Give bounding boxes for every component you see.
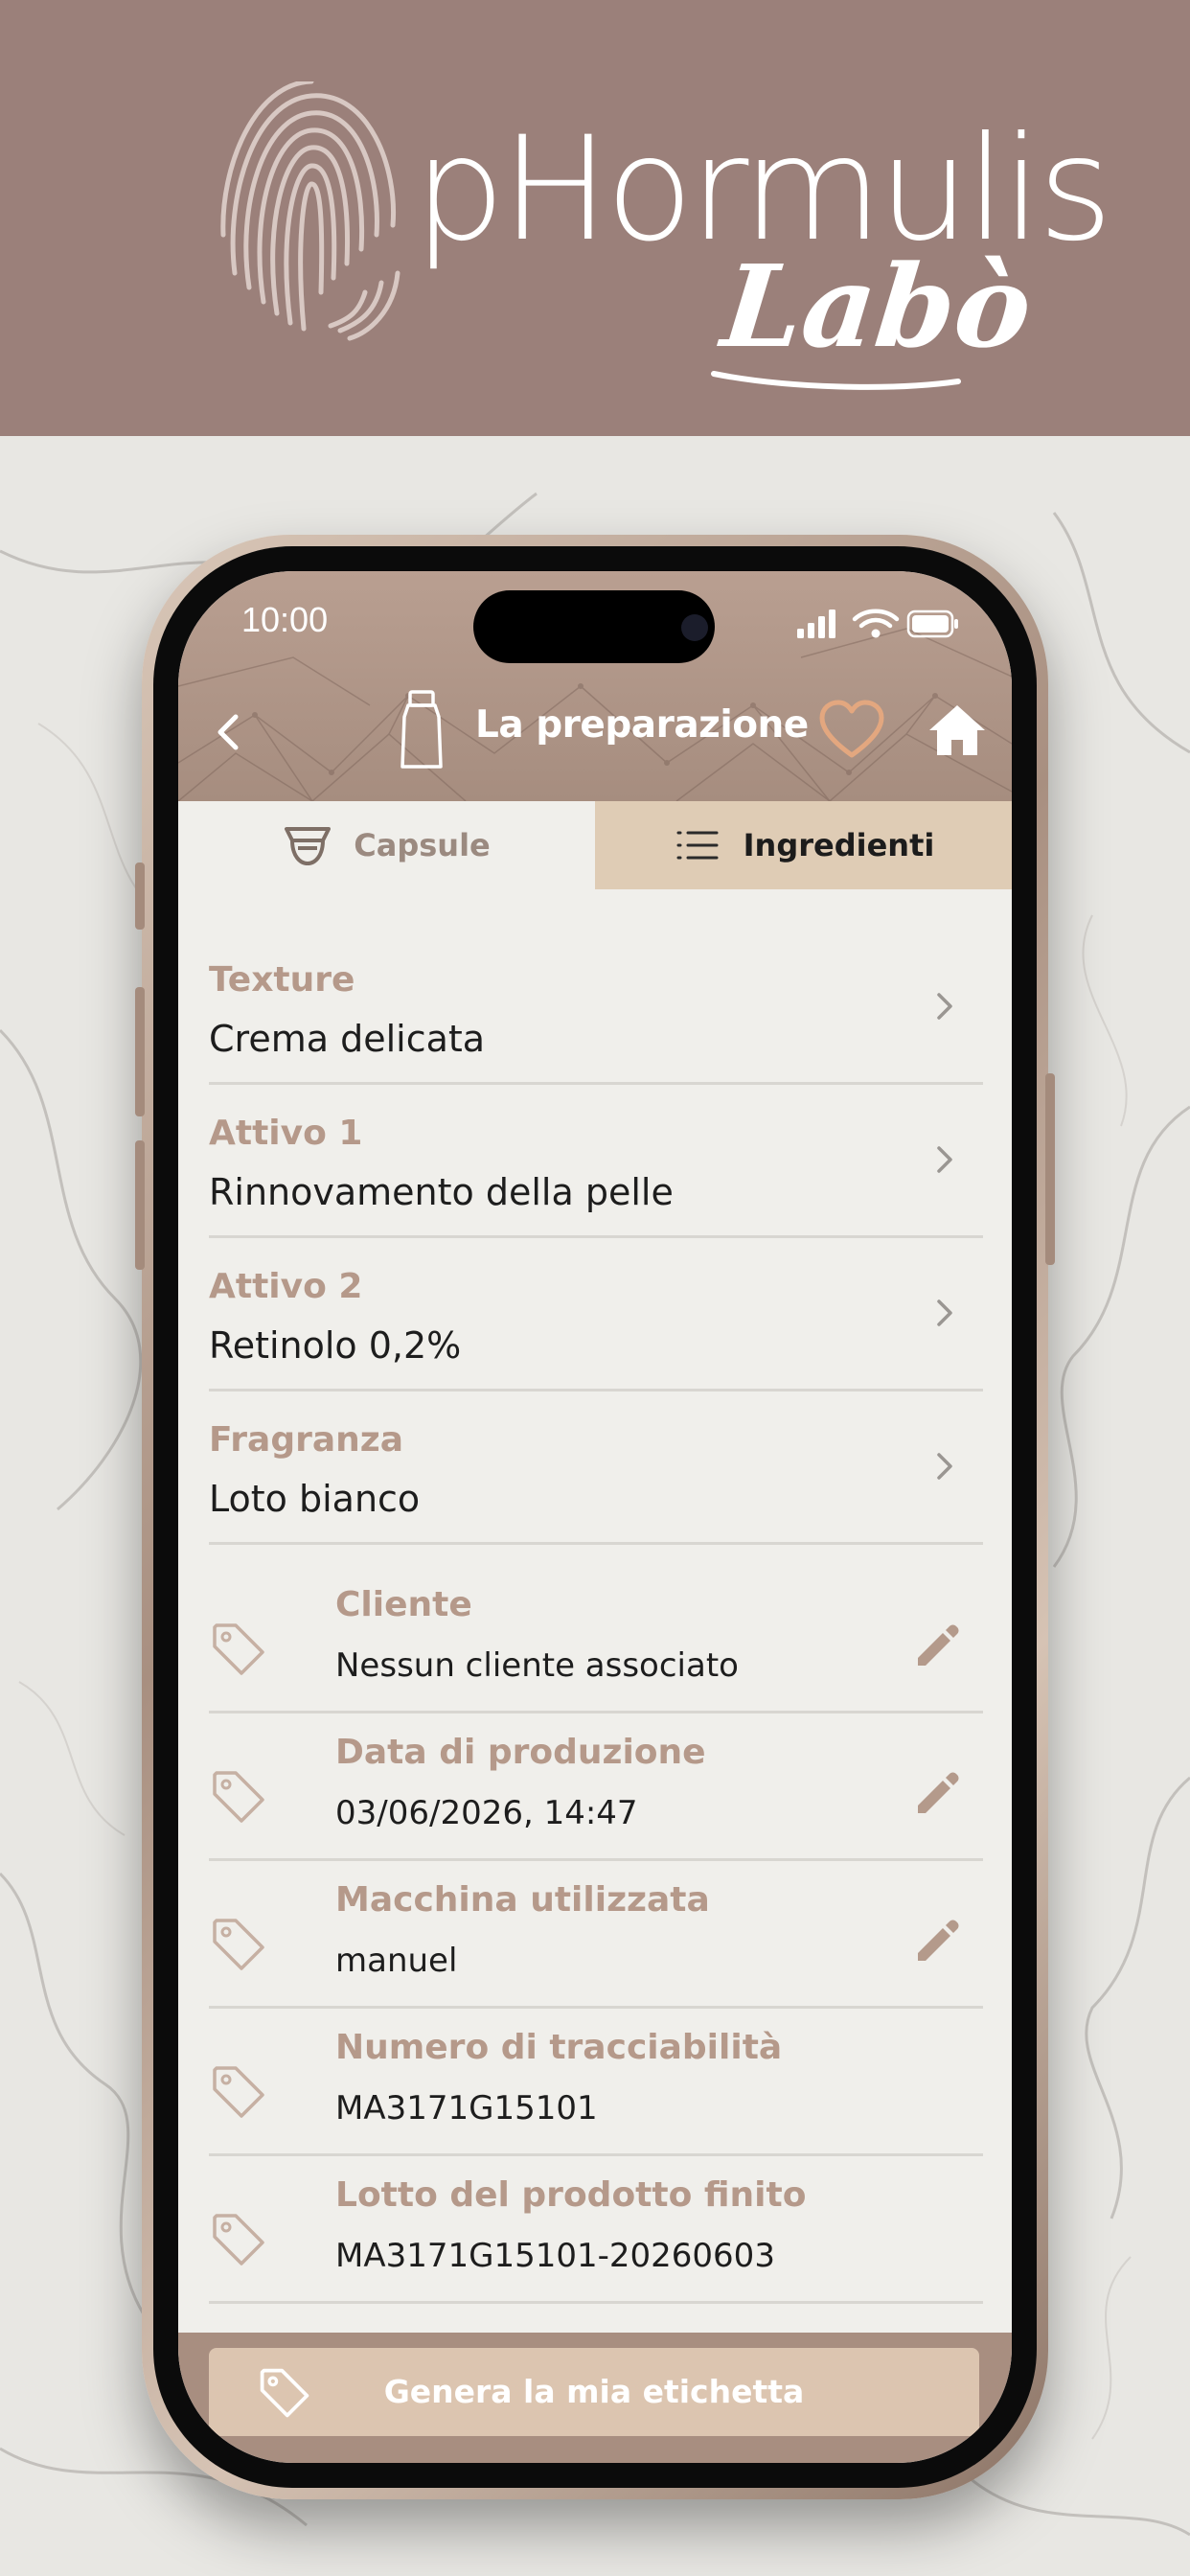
detail-value: 03/06/2026, 14:47 xyxy=(335,1794,638,1832)
app-header: 10:00 La preparazione xyxy=(178,571,1012,801)
ingredient-row-texture[interactable]: Texture Crema delicata xyxy=(209,932,983,1085)
tag-icon xyxy=(213,2066,264,2118)
tag-icon xyxy=(213,1771,264,1823)
chevron-right-icon xyxy=(937,993,952,1020)
details-list: Cliente Nessun cliente associato Data di… xyxy=(209,1566,983,2304)
fingerprint-icon xyxy=(220,81,400,341)
brand-swoosh xyxy=(711,371,961,390)
detail-label: Data di produzione xyxy=(335,1733,706,1772)
chevron-right-icon xyxy=(937,1453,952,1480)
ingredient-value: Retinolo 0,2% xyxy=(209,1324,462,1367)
ingredient-label: Texture xyxy=(209,960,355,1000)
phone-action-button xyxy=(135,862,145,930)
tag-icon xyxy=(213,1919,264,1970)
bottle-icon xyxy=(400,690,443,769)
ingredient-value: Rinnovamento della pelle xyxy=(209,1171,674,1213)
detail-label: Numero di tracciabilità xyxy=(335,2028,783,2067)
phone-volume-up-button xyxy=(135,987,145,1116)
brand-banner: pHormulis Labò xyxy=(0,0,1190,436)
phone-power-button xyxy=(1045,1073,1055,1265)
tag-icon xyxy=(213,1623,264,1675)
ingredient-label: Fragranza xyxy=(209,1420,404,1460)
detail-value: manuel xyxy=(335,1942,458,1980)
ingredient-row-fragranza[interactable]: Fragranza Loto bianco xyxy=(209,1392,983,1545)
tab-bar: Capsule Ingredienti xyxy=(178,801,1012,889)
tab-capsule-label: Capsule xyxy=(354,827,491,863)
detail-row-cliente: Cliente Nessun cliente associato xyxy=(209,1566,983,1714)
detail-label: Cliente xyxy=(335,1585,472,1624)
detail-value: MA3171G15101 xyxy=(335,2089,598,2128)
phone-volume-down-button xyxy=(135,1140,145,1270)
detail-label: Lotto del prodotto finito xyxy=(335,2175,807,2215)
generate-label-button[interactable]: Genera la mia etichetta xyxy=(209,2348,979,2436)
status-icons xyxy=(797,609,958,638)
ingredient-label: Attivo 1 xyxy=(209,1114,363,1153)
dynamic-island xyxy=(473,590,715,663)
ingredient-label: Attivo 2 xyxy=(209,1267,363,1306)
ingredient-row-attivo-1[interactable]: Attivo 1 Rinnovamento della pelle xyxy=(209,1085,983,1238)
detail-row-tracciabilita: Numero di tracciabilità MA3171G15101 xyxy=(209,2009,983,2156)
chevron-right-icon xyxy=(937,1300,952,1326)
pencil-icon[interactable] xyxy=(910,1767,964,1821)
pencil-icon[interactable] xyxy=(910,1915,964,1968)
chevron-left-icon[interactable] xyxy=(199,703,257,761)
pencil-icon[interactable] xyxy=(910,1620,964,1673)
app-screen: 10:00 La preparazione Capsule Ingredient… xyxy=(178,571,1012,2463)
detail-value: MA3171G15101-20260603 xyxy=(335,2237,775,2275)
ingredient-value: Loto bianco xyxy=(209,1478,421,1520)
wifi-icon xyxy=(852,609,900,629)
generate-label-button-text: Genera la mia etichetta xyxy=(383,2373,805,2410)
ingredient-list: Texture Crema delicata Attivo 1 Rinnovam… xyxy=(209,932,983,1545)
battery-icon xyxy=(906,610,958,638)
detail-row-lotto: Lotto del prodotto finito MA3171G15101-2… xyxy=(209,2156,983,2304)
status-time: 10:00 xyxy=(241,600,329,639)
home-icon[interactable] xyxy=(927,702,987,759)
tab-ingredienti[interactable]: Ingredienti xyxy=(595,801,1012,889)
detail-label: Macchina utilizzata xyxy=(335,1880,710,1920)
tag-icon xyxy=(213,2214,264,2266)
tab-ingredienti-label: Ingredienti xyxy=(743,827,935,863)
capsule-icon xyxy=(285,827,332,865)
signal-icon xyxy=(797,610,835,638)
list-icon xyxy=(676,831,719,860)
detail-row-data-produzione: Data di produzione 03/06/2026, 14:47 xyxy=(209,1714,983,1861)
ingredient-row-attivo-2[interactable]: Attivo 2 Retinolo 0,2% xyxy=(209,1238,983,1392)
detail-row-macchina: Macchina utilizzata manuel xyxy=(209,1861,983,2009)
ingredient-value: Crema delicata xyxy=(209,1018,486,1060)
chevron-right-icon xyxy=(937,1146,952,1173)
front-camera xyxy=(681,614,708,641)
tab-capsule[interactable]: Capsule xyxy=(178,801,595,889)
page-title: La preparazione xyxy=(475,703,809,747)
heart-outline-icon[interactable] xyxy=(818,700,885,761)
bottom-bar: Genera la mia etichetta xyxy=(178,2333,1012,2463)
detail-value: Nessun cliente associato xyxy=(335,1646,739,1685)
